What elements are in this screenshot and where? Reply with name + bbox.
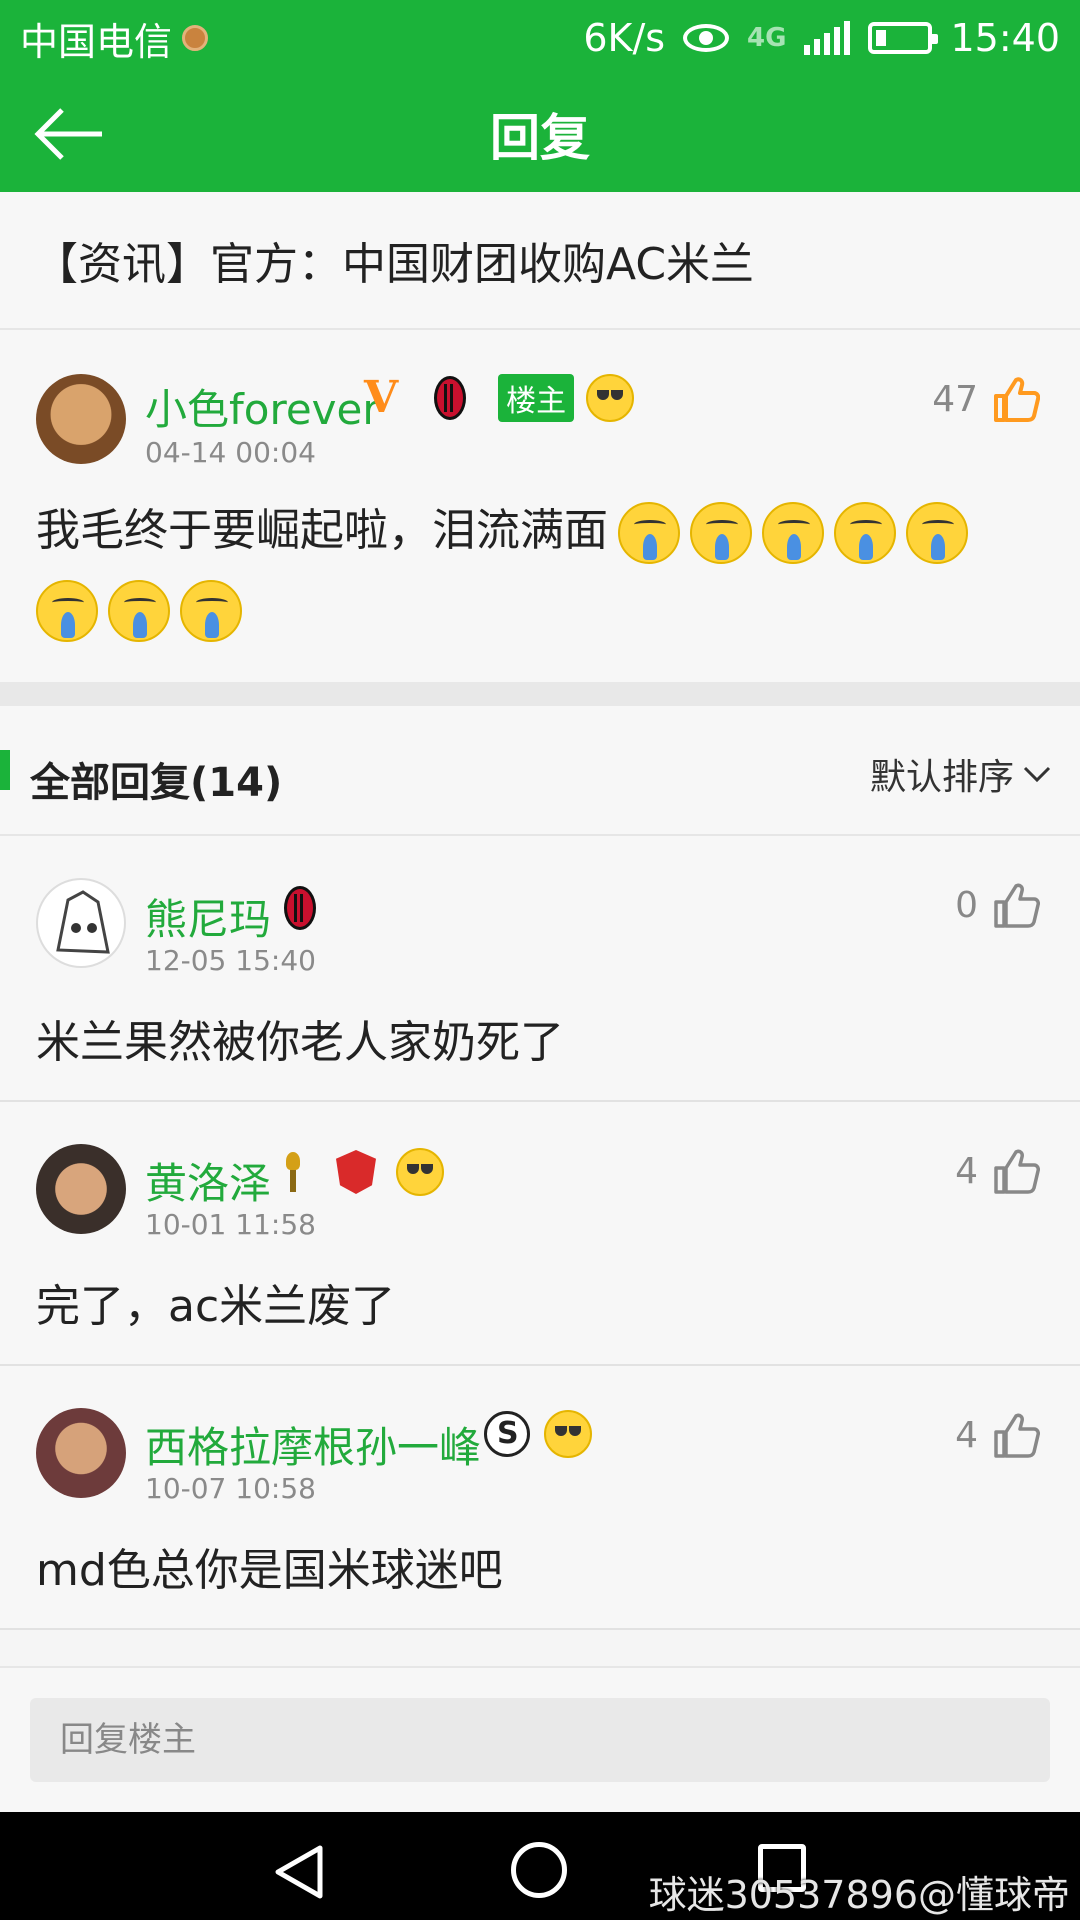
- emoji-badge-icon: [586, 373, 635, 422]
- username[interactable]: 熊尼玛: [145, 886, 271, 947]
- thumbs-up-icon: [994, 1149, 1040, 1194]
- username[interactable]: 黄洛泽: [145, 1150, 271, 1211]
- pray-emoji-icon: [180, 580, 242, 642]
- reply-item: 黄洛泽 10-01 11:58 4 完了，ac米兰废了: [0, 1102, 1080, 1364]
- post-time: 04-14 00:04: [145, 436, 316, 469]
- watermark: 球迷30537896@懂球帝: [648, 1873, 1070, 1917]
- pray-emoji-icon: [690, 502, 752, 564]
- guangzhou-badge-icon: [336, 1150, 376, 1194]
- sort-dropdown[interactable]: 默认排序: [870, 748, 1052, 800]
- replies-header: 全部回复(14) 默认排序: [0, 706, 1080, 836]
- avatar[interactable]: [36, 1144, 126, 1234]
- avatar[interactable]: [36, 1408, 126, 1498]
- divider: [0, 1628, 1080, 1630]
- emoji-badge-icon: [396, 1148, 444, 1196]
- clock: 15:40: [950, 16, 1060, 60]
- nav-home-icon[interactable]: [511, 1842, 567, 1898]
- verified-v-icon: V: [364, 372, 399, 423]
- like-button[interactable]: 47: [932, 376, 1040, 422]
- app-header: 回复: [0, 76, 1080, 192]
- post-content: 我毛终于要崛起啦，泪流满面: [36, 498, 968, 564]
- section-divider: [0, 682, 1080, 706]
- post-text: 我毛终于要崛起啦，泪流满面: [36, 505, 608, 556]
- thumbs-up-icon: [994, 377, 1040, 422]
- pray-emoji-icon: [618, 502, 680, 564]
- back-arrow-icon[interactable]: [30, 104, 110, 164]
- pray-emoji-icon: [906, 502, 968, 564]
- avatar[interactable]: [36, 374, 126, 464]
- reply-time: 10-07 10:58: [145, 1472, 316, 1505]
- system-nav-bar: 球迷30537896@懂球帝: [0, 1812, 1080, 1920]
- replies-count-title: 全部回复(14): [30, 760, 283, 806]
- page-title: 回复: [490, 109, 590, 167]
- ac-milan-badge-icon: [434, 375, 467, 420]
- nav-back-icon[interactable]: [272, 1844, 326, 1900]
- like-count: 4: [955, 1414, 978, 1456]
- ac-milan-badge-icon: [284, 886, 316, 930]
- like-button[interactable]: 0: [955, 882, 1040, 928]
- reply-item: 西格拉摩根孙一峰 10-07 10:58 4 md色总你是国米球迷吧: [0, 1366, 1080, 1628]
- reply-content: md色总你是国米球迷吧: [36, 1545, 503, 1596]
- trophy-icon: [284, 1152, 302, 1192]
- article-title: 【资讯】官方：中国财团收购AC米兰: [34, 239, 755, 290]
- reply-bar: [0, 1666, 1080, 1812]
- article-header[interactable]: 【资讯】官方：中国财团收购AC米兰: [0, 192, 1080, 330]
- emoji-badge-icon: [544, 1410, 592, 1458]
- status-bar: 中国电信 6K/s 4G 15:40: [0, 0, 1080, 76]
- reply-time: 10-01 11:58: [145, 1208, 316, 1241]
- reply-content: 完了，ac米兰废了: [36, 1281, 396, 1332]
- pray-emoji-icon: [834, 502, 896, 564]
- avatar[interactable]: [36, 878, 126, 968]
- network-type-label: 4G: [747, 23, 787, 53]
- eye-comfort-icon: [683, 24, 730, 52]
- pray-emoji-icon: [762, 502, 824, 564]
- pray-emoji-icon: [36, 580, 98, 642]
- reply-content: 米兰果然被你老人家奶死了: [36, 1017, 564, 1068]
- chevron-down-icon: [1023, 766, 1051, 783]
- network-speed: 6K/s: [583, 16, 666, 60]
- section-accent-bar: [0, 750, 10, 790]
- swansea-badge-icon: [484, 1411, 530, 1457]
- signal-icon: [804, 21, 851, 55]
- reply-item: 熊尼玛 12-05 15:40 0 米兰果然被你老人家奶死了: [0, 836, 1080, 1100]
- original-post: 小色forever V 楼主 04-14 00:04 47 我毛终于要崛起啦，泪…: [0, 330, 1080, 682]
- like-button[interactable]: 4: [955, 1148, 1040, 1194]
- reply-time: 12-05 15:40: [145, 944, 316, 977]
- thumbs-up-icon: [994, 1413, 1040, 1458]
- pray-emoji-icon: [108, 580, 170, 642]
- battery-icon: [868, 22, 939, 54]
- username[interactable]: 小色forever: [145, 376, 380, 437]
- sort-label: 默认排序: [869, 757, 1014, 798]
- like-count: 47: [932, 378, 978, 420]
- reply-input[interactable]: [30, 1698, 1050, 1782]
- thumbs-up-icon: [994, 883, 1040, 928]
- post-content-line2: [26, 580, 242, 642]
- host-badge: 楼主: [498, 373, 575, 422]
- carrier-label: 中国电信: [20, 19, 173, 64]
- like-button[interactable]: 4: [955, 1412, 1040, 1458]
- username[interactable]: 西格拉摩根孙一峰: [145, 1414, 481, 1475]
- like-count: 0: [955, 884, 978, 926]
- notification-icon: [182, 25, 209, 51]
- like-count: 4: [955, 1150, 978, 1192]
